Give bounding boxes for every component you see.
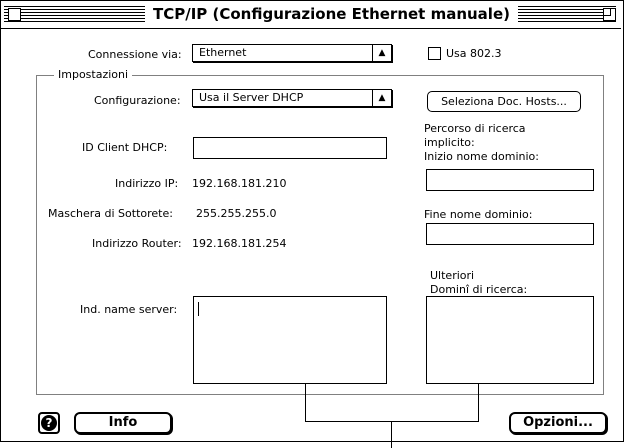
connector-line-stem xyxy=(391,421,392,448)
router-value: 192.168.181.254 xyxy=(192,237,287,250)
search-path-label-2: implicito: xyxy=(424,136,475,149)
connection-label: Connessione via: xyxy=(88,48,182,61)
search-path-label-1: Percorso di ricerca xyxy=(424,122,526,135)
settings-group-label: Impostazioni xyxy=(54,68,133,82)
ip-value: 192.168.181.210 xyxy=(192,177,287,190)
name-server-label: Ind. name server: xyxy=(80,303,178,316)
connection-value: Ethernet xyxy=(199,46,247,59)
help-icon: ? xyxy=(41,415,57,431)
popup-arrows-icon: ▲ xyxy=(372,45,391,61)
connection-popup[interactable]: Ethernet ▲ xyxy=(192,44,392,62)
subnet-label: Maschera di Sottorete: xyxy=(48,207,173,220)
use-8023-label: Usa 802.3 xyxy=(446,47,502,60)
dhcp-client-id-field[interactable] xyxy=(193,137,387,159)
additional-domains-label-2: Dominî di ricerca: xyxy=(430,283,528,296)
window-title: TCP/IP (Configurazione Ethernet manuale) xyxy=(145,3,518,25)
domain-end-label: Fine nome dominio: xyxy=(424,208,533,221)
options-button[interactable]: Opzioni... xyxy=(509,412,607,434)
info-button[interactable]: Info xyxy=(74,412,172,434)
subnet-value: 255.255.255.0 xyxy=(196,207,277,220)
ip-label: Indirizzo IP: xyxy=(115,177,179,190)
connector-line-right xyxy=(478,384,479,422)
select-hosts-button[interactable]: Seleziona Doc. Hosts... xyxy=(427,91,581,112)
connector-line-left xyxy=(305,384,306,422)
configuration-value: Usa il Server DHCP xyxy=(199,91,304,104)
additional-domains-label-1: Ulteriori xyxy=(430,269,475,282)
router-label: Indirizzo Router: xyxy=(92,237,182,250)
additional-domains-field[interactable] xyxy=(426,296,594,384)
domain-start-label: Inizio nome dominio: xyxy=(424,150,539,163)
name-server-field[interactable] xyxy=(193,296,387,384)
use-8023-checkbox[interactable] xyxy=(428,47,441,60)
help-button[interactable]: ? xyxy=(38,412,60,434)
dhcp-client-id-label: ID Client DHCP: xyxy=(82,141,168,154)
close-box-icon[interactable] xyxy=(8,8,21,21)
popup-arrows-icon: ▲ xyxy=(372,90,391,106)
configuration-popup[interactable]: Usa il Server DHCP ▲ xyxy=(192,89,392,107)
connector-line-bottom xyxy=(305,421,479,422)
title-bar-divider xyxy=(1,28,621,29)
configuration-label: Configurazione: xyxy=(94,94,181,107)
text-caret xyxy=(198,302,199,316)
domain-start-field[interactable] xyxy=(426,169,594,191)
zoom-box-icon[interactable] xyxy=(603,8,616,21)
domain-end-field[interactable] xyxy=(426,223,594,245)
